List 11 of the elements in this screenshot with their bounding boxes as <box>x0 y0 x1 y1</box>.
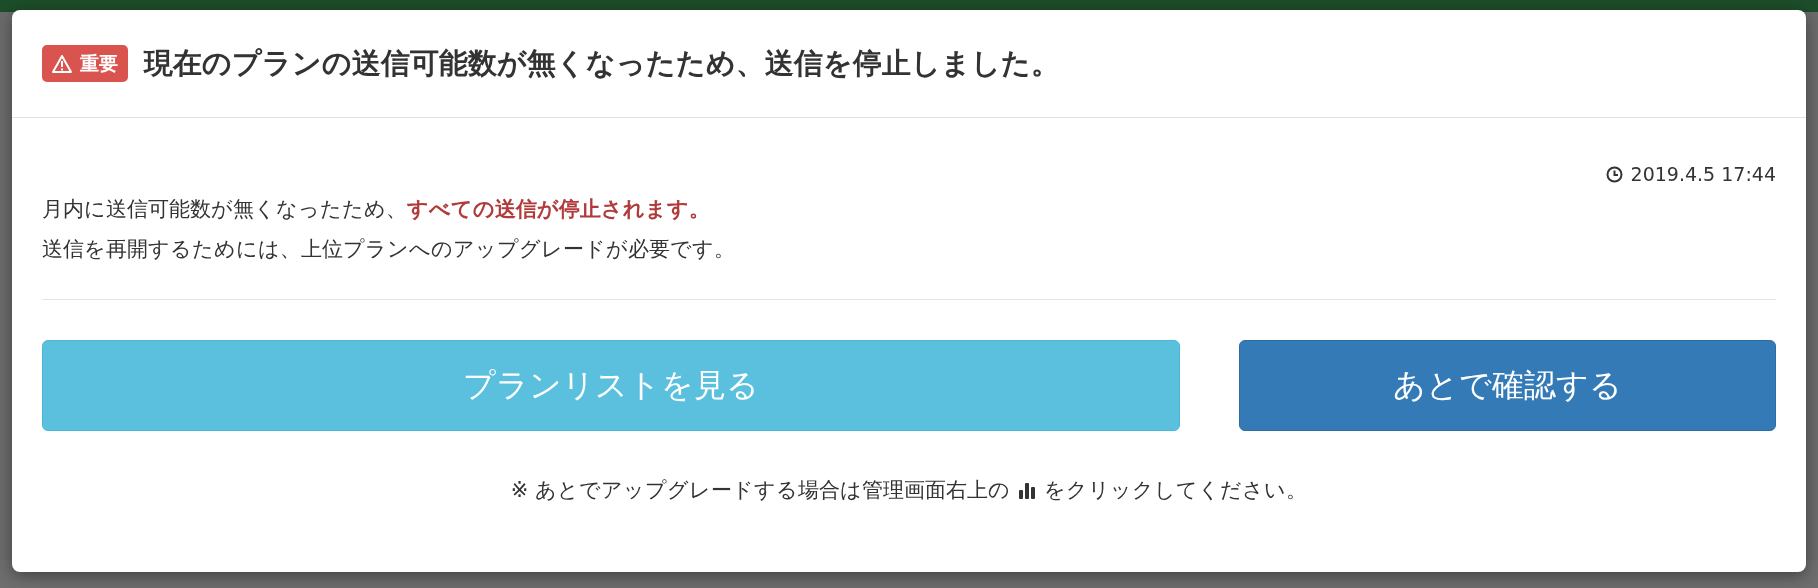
note-text: ※ あとでアップグレードする場合は管理画面右上の <box>510 476 1011 504</box>
clock-icon <box>1605 165 1623 183</box>
timestamp: 2019.4.5 17:44 <box>1605 160 1776 189</box>
message-text: 月内に送信可能数が無くなったため、すべての送信が停止されます。 <box>42 195 711 223</box>
later-button[interactable]: あとで確認する <box>1239 339 1776 431</box>
message-text: 送信を再開するためには、上位プランへのアップグレードが必要です。 <box>42 235 736 263</box>
note-text: をクリックしてください。 <box>1044 476 1308 504</box>
bar-chart-icon <box>1018 481 1037 500</box>
warning-icon <box>52 54 72 73</box>
important-badge: 重要 <box>42 45 128 82</box>
dialog-title: 現在のプランの送信可能数が無くなったため、送信を停止しました。 <box>144 44 1060 82</box>
